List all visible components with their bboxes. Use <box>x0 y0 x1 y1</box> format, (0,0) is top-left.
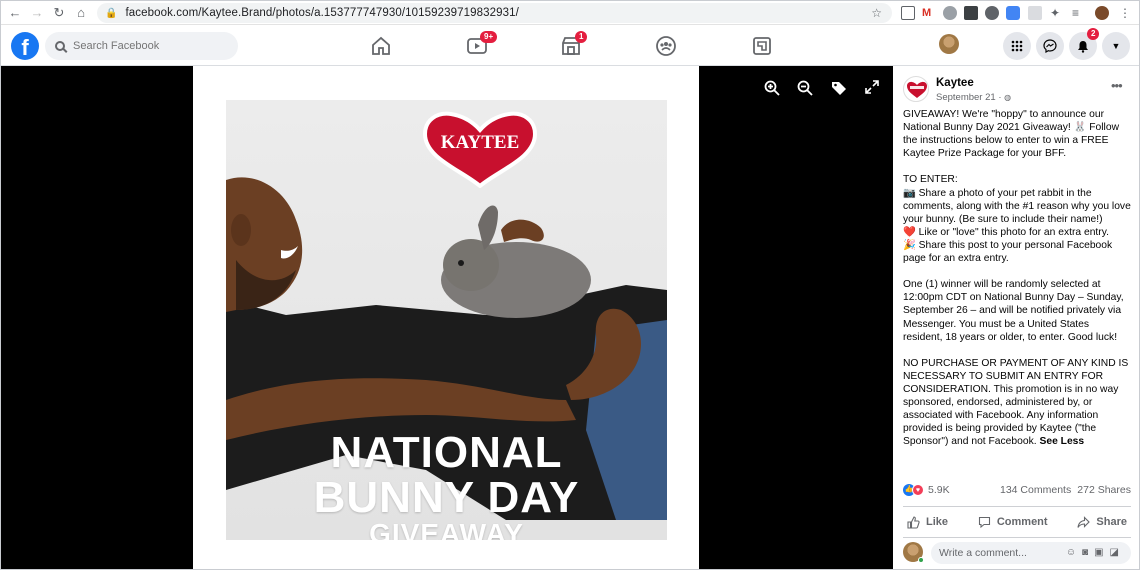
forward-icon[interactable]: → <box>26 5 48 20</box>
extension-icon[interactable] <box>1028 6 1042 20</box>
giveaway-photo: KAYTEE NATIONAL BUNNY DAY GIVEAWAY <box>226 100 667 540</box>
reload-icon[interactable]: ↻ <box>48 5 70 21</box>
gmail-extension-icon[interactable]: M <box>922 6 936 20</box>
comments-count[interactable]: 134 Comments <box>1000 484 1071 496</box>
reading-list-icon[interactable]: ≡ <box>1072 6 1086 20</box>
lock-icon: 🔒 <box>105 7 118 19</box>
kaytee-logo: KAYTEE <box>422 111 538 188</box>
account-menu-button[interactable]: ▼ <box>1102 32 1130 60</box>
home-nav-icon[interactable] <box>369 34 393 58</box>
online-status-dot <box>918 557 924 563</box>
comment-tools: ☺◙▣◪ <box>1066 542 1125 564</box>
caret-down-icon: ▼ <box>1111 41 1121 51</box>
browser-menu-icon[interactable]: ⋮ <box>1119 6 1133 20</box>
search-box[interactable] <box>45 32 238 60</box>
comment-composer: Write a comment... ☺◙▣◪ <box>903 542 1131 568</box>
extension-icon[interactable] <box>901 6 915 20</box>
facebook-header: f 9+ 1 <box>1 26 1139 66</box>
comment-label: Comment <box>996 516 1048 528</box>
zoom-in-icon[interactable] <box>764 80 780 96</box>
kaytee-avatar-logo <box>907 81 927 98</box>
extension-icon[interactable] <box>964 6 978 20</box>
back-icon[interactable]: ← <box>4 5 26 20</box>
home-icon[interactable]: ⌂ <box>70 5 92 20</box>
watch-badge: 9+ <box>480 31 498 43</box>
more-options-icon[interactable]: ••• <box>1111 78 1123 93</box>
puzzle-extensions-icon[interactable]: ✦ <box>1050 6 1064 20</box>
gif-icon[interactable]: ▣ <box>1094 547 1109 558</box>
reactions-count[interactable]: 5.9K <box>928 484 950 496</box>
photo-headline-line3: GIVEAWAY <box>369 518 524 540</box>
post-panel: Kaytee September 21 · ◍ ••• GIVEAWAY! We… <box>893 66 1139 569</box>
share-button[interactable]: Share <box>1077 515 1127 529</box>
marketplace-badge: 1 <box>575 31 588 43</box>
photo-headline-line2: BUNNY DAY <box>313 473 580 522</box>
search-icon <box>55 41 65 51</box>
comment-button[interactable]: Comment <box>978 516 1048 529</box>
sticker-icon[interactable]: ◪ <box>1110 547 1125 558</box>
menu-grid-button[interactable] <box>1003 32 1031 60</box>
browser-toolbar: ← → ↻ ⌂ 🔒 facebook.com/Kaytee.Brand/phot… <box>1 1 1139 25</box>
emoji-icon[interactable]: ☺ <box>1066 547 1082 558</box>
photo-headline-line1: NATIONAL <box>330 428 563 477</box>
page-name-link[interactable]: Kaytee <box>936 77 974 89</box>
gaming-nav-icon[interactable] <box>750 34 774 58</box>
messenger-icon <box>1043 39 1057 53</box>
tag-icon[interactable] <box>831 80 847 96</box>
post-date-text: September 21 · <box>936 92 1005 103</box>
share-label: Share <box>1096 516 1127 528</box>
bell-icon <box>1078 40 1088 53</box>
fullscreen-icon[interactable] <box>865 80 879 94</box>
shares-count[interactable]: 272 Shares <box>1077 484 1131 496</box>
photo-viewer: KAYTEE NATIONAL BUNNY DAY GIVEAWAY <box>1 66 893 569</box>
extension-icon[interactable] <box>1006 6 1020 20</box>
post-actions: Like Comment Share <box>903 506 1131 538</box>
browser-window: ← → ↻ ⌂ 🔒 facebook.com/Kaytee.Brand/phot… <box>0 0 1140 570</box>
thumbs-up-icon <box>907 515 920 529</box>
post-text: GIVEAWAY! We're "hoppy" to announce our … <box>903 108 1131 448</box>
camera-icon[interactable]: ◙ <box>1082 547 1094 558</box>
profile-avatar[interactable] <box>939 34 959 54</box>
zoom-out-icon[interactable] <box>797 80 813 96</box>
comment-input[interactable]: Write a comment... ☺◙▣◪ <box>931 542 1131 564</box>
comment-icon <box>978 516 990 528</box>
like-button[interactable]: Like <box>907 515 949 529</box>
address-bar[interactable]: 🔒 facebook.com/Kaytee.Brand/photos/a.153… <box>97 3 892 23</box>
post-date[interactable]: September 21 · ◍ <box>936 92 1011 103</box>
notifications-badge: 2 <box>1087 28 1100 40</box>
url-text: facebook.com/Kaytee.Brand/photos/a.15377… <box>125 7 519 19</box>
see-less-link[interactable]: See Less <box>1039 436 1084 447</box>
messenger-button[interactable] <box>1036 32 1064 60</box>
photo-container: KAYTEE NATIONAL BUNNY DAY GIVEAWAY <box>193 66 699 569</box>
like-label: Like <box>926 516 949 528</box>
search-input[interactable] <box>73 40 223 52</box>
groups-nav-icon[interactable] <box>654 34 678 58</box>
extension-icon[interactable] <box>943 6 957 20</box>
pinterest-extension-icon[interactable] <box>985 6 999 20</box>
love-reaction-icon: ♥ <box>912 484 924 496</box>
bookmark-star-icon[interactable]: ☆ <box>871 6 882 20</box>
post-stats: 👍 ♥ 5.9K 134 Comments 272 Shares <box>903 484 1131 498</box>
post-body: GIVEAWAY! We're "hoppy" to announce our … <box>903 109 1131 448</box>
share-icon <box>1077 515 1091 528</box>
comment-placeholder: Write a comment... <box>939 547 1027 559</box>
grid-icon <box>1011 40 1023 52</box>
profile-avatar-icon[interactable] <box>1095 6 1109 20</box>
facebook-logo-icon[interactable]: f <box>11 32 39 60</box>
page-avatar[interactable] <box>903 76 929 102</box>
kaytee-wordmark: KAYTEE <box>441 132 520 153</box>
globe-icon: ◍ <box>1004 93 1012 102</box>
